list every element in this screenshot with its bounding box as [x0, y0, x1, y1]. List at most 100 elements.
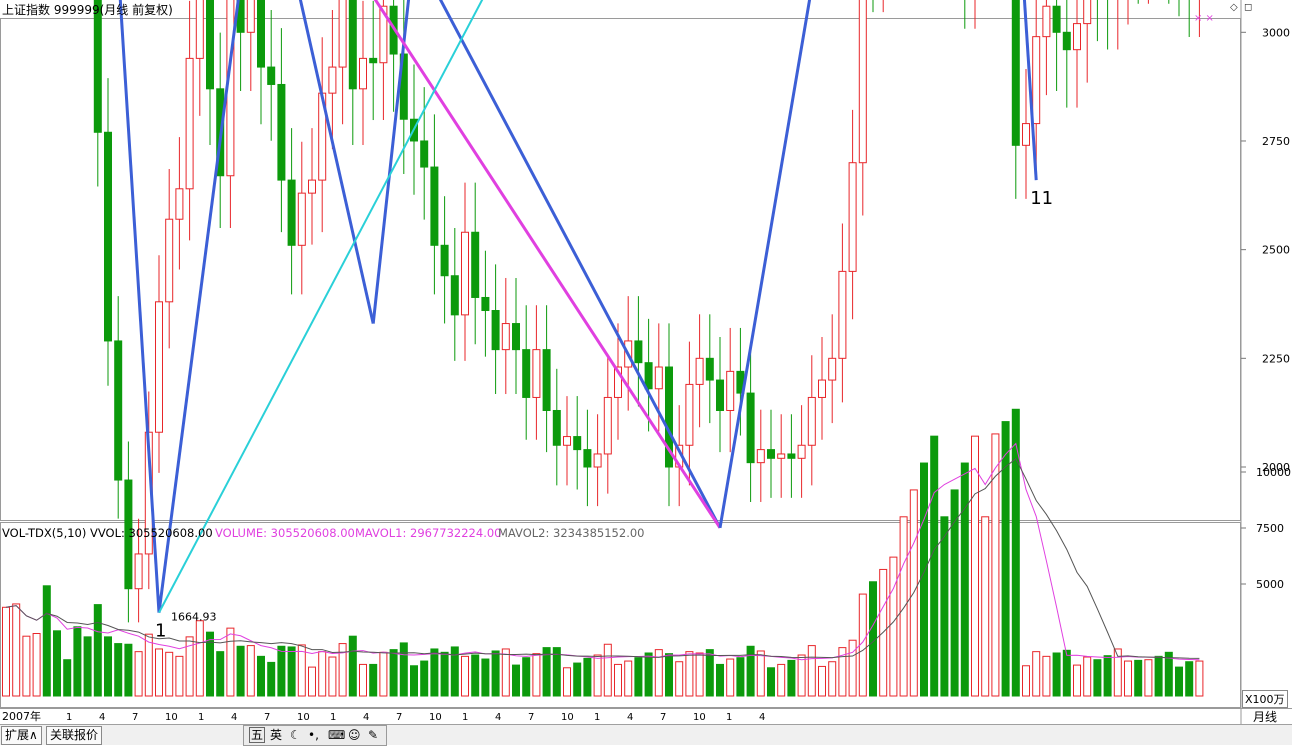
volume-bar	[665, 653, 673, 697]
candle-body	[807, 396, 816, 446]
time-tick-label: 1	[462, 712, 468, 723]
volume-bar	[297, 644, 306, 697]
volume-bar	[12, 603, 21, 697]
volume-bar	[410, 665, 418, 697]
dot-icon[interactable]: •,	[308, 727, 319, 743]
volume-bar	[53, 630, 61, 697]
time-tick-label: 4	[99, 712, 105, 723]
wrench-icon[interactable]: ✎	[368, 727, 378, 743]
volume-bar	[563, 667, 571, 697]
volume-bar	[267, 661, 276, 697]
candle-body	[155, 301, 163, 433]
time-tick-label: 4	[495, 712, 501, 723]
volume-bar	[1052, 652, 1061, 697]
candle-body	[512, 323, 520, 351]
volume-bar	[1103, 655, 1112, 697]
volume-bar	[614, 663, 622, 697]
maximize-icon[interactable]: ◻	[1244, 2, 1252, 13]
volume-bar	[308, 666, 316, 697]
volume-bar	[675, 661, 684, 697]
volume-bar	[1144, 659, 1153, 697]
mavol1-label: MAVOL1: 2967732224.00	[355, 526, 502, 540]
candle-body	[1011, 0, 1020, 146]
candle-body	[461, 231, 469, 316]
volume-bar	[1195, 660, 1204, 697]
volume-bar	[716, 663, 724, 697]
volume-bar	[573, 662, 582, 697]
time-tick-label: 1	[66, 712, 72, 723]
time-tick-label: 1	[726, 712, 732, 723]
volume-bar	[277, 645, 286, 697]
candle-body	[308, 179, 316, 194]
candle-body	[491, 310, 500, 351]
volume-bar	[920, 462, 928, 697]
volume-bar	[246, 645, 255, 697]
volume-bar	[1164, 651, 1173, 697]
candle-body	[522, 349, 531, 398]
candle-body	[1062, 31, 1071, 51]
candle-body	[828, 357, 837, 381]
candle-body	[797, 444, 806, 459]
candle-body	[481, 296, 490, 312]
candle-body	[542, 349, 551, 411]
time-tick-label: 7	[396, 712, 402, 723]
wave-label-11: 11	[1030, 188, 1053, 209]
user-icon[interactable]: ☺	[348, 727, 361, 743]
volume-bar	[583, 657, 592, 697]
volume-bar	[818, 665, 826, 697]
volume-bar	[318, 651, 327, 697]
volume-bar	[899, 516, 908, 697]
volume-bar	[471, 654, 480, 697]
volume-bar	[624, 660, 633, 697]
candle-body	[634, 340, 643, 364]
volume-bar	[1154, 655, 1163, 697]
volume-label: VOLUME: 305520608.00	[215, 526, 355, 540]
volume-tick-label: 10000	[1256, 466, 1291, 479]
volume-bar	[216, 651, 225, 697]
kline-chart[interactable]: 0110116124.041664.93 6000575055005250500…	[0, 0, 1292, 744]
volume-bar	[930, 435, 939, 697]
period-label[interactable]: 月线	[1253, 708, 1277, 725]
candle-body	[858, 0, 867, 164]
volume-bar	[399, 642, 408, 697]
moon-icon[interactable]: ☾	[290, 727, 301, 743]
time-tick-label: 4	[363, 712, 369, 723]
time-tick-label: 7	[264, 712, 270, 723]
volume-bar	[807, 645, 816, 697]
mark-icon: × ×	[1194, 13, 1214, 24]
volume-bar	[481, 658, 490, 697]
time-tick-label: 4	[231, 712, 237, 723]
keyboard-icon[interactable]: ⌨	[328, 727, 345, 743]
candle-body	[756, 449, 765, 464]
volume-bar	[971, 435, 979, 697]
ime-wubi-label[interactable]: 五	[249, 727, 266, 743]
volume-bar	[756, 650, 765, 697]
volume-bar	[155, 648, 163, 697]
ime-toolbar[interactable]: 五 英 ☾ •, ⌨ ☺ ✎	[243, 725, 387, 746]
candle-body	[838, 270, 847, 359]
volume-bar	[1093, 659, 1102, 697]
time-tick-label: 4	[759, 712, 765, 723]
volume-bar	[848, 639, 857, 697]
volume-bar	[593, 654, 602, 697]
volume-bar	[1185, 661, 1194, 697]
volume-bar	[257, 655, 265, 697]
price-tick-label: 2250	[1262, 352, 1290, 365]
price-tick-label: 2750	[1262, 135, 1290, 148]
price-tick-label: 3000	[1262, 26, 1290, 39]
expand-tab[interactable]: 扩展∧	[1, 726, 42, 745]
candle-body	[818, 379, 826, 398]
volume-bar	[1134, 659, 1143, 697]
volume-bar	[328, 656, 337, 697]
related-quote-tab[interactable]: 关联报价	[46, 726, 103, 745]
volume-bar	[236, 645, 245, 697]
ime-english-label[interactable]: 英	[270, 727, 282, 743]
restore-icon[interactable]: ◇	[1230, 2, 1238, 13]
volume-bar	[512, 664, 520, 697]
candle-body	[1032, 36, 1041, 125]
volume-bar	[1022, 665, 1030, 697]
candle-body	[369, 57, 378, 64]
volume-bar	[828, 661, 837, 697]
candle-body	[501, 323, 510, 351]
candle-body	[654, 366, 663, 390]
